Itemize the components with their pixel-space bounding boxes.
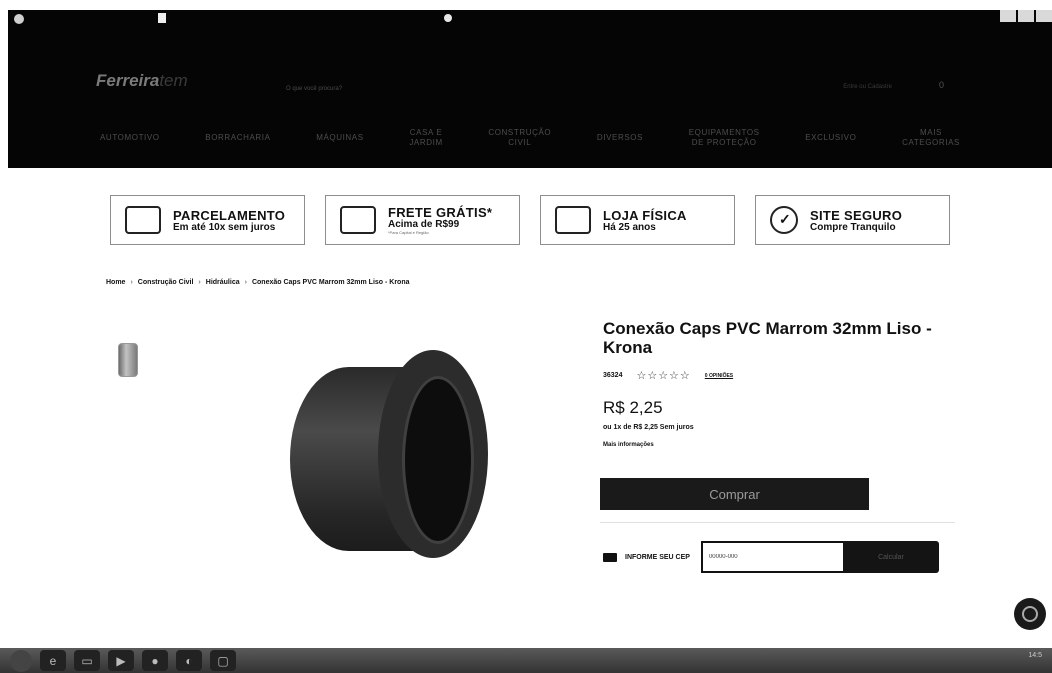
taskbar: e ▭ ▶ ● ◐ ▢ 14:5 [0, 648, 1052, 673]
product-price: R$ 2,25 [603, 398, 663, 417]
benefit-subtitle: Em até 10x sem juros [173, 221, 276, 233]
category-label: AUTOMOTIVO [100, 133, 160, 142]
sku-line: 36324 ☆☆☆☆☆ 0 OPINIÕES [603, 369, 733, 382]
search-input[interactable]: O que você procura? [286, 86, 342, 92]
benefit-text: FRETE GRÁTIS* Acima de R$99 *Para Capital … [388, 205, 492, 235]
start-button[interactable] [10, 649, 32, 672]
category-label: CASA E [409, 128, 443, 137]
logo-prefix: Ferreira [96, 71, 160, 90]
benefit-subtitle: Compre Tranquilo [810, 221, 896, 233]
breadcrumb-separator-icon: › [130, 279, 133, 286]
product-image [290, 350, 506, 560]
folder-icon[interactable]: ▭ [74, 650, 100, 671]
category-nav: AUTOMOTIVO BORRACHARIA MÁQUINAS CASA E JARDI… [100, 128, 960, 148]
category-item[interactable]: CASA E JARDIM [409, 128, 442, 148]
tab-icon[interactable] [158, 13, 166, 23]
category-item[interactable]: CONSTRUÇÃO CIVIL [488, 128, 551, 148]
category-item[interactable]: EXCLUSIVO [805, 133, 856, 143]
more-info-link[interactable]: Mais informações [603, 442, 654, 448]
cep-label: INFORME SEU CEP [625, 553, 690, 561]
credit-card-icon [125, 206, 161, 234]
benefit-title: FRETE GRÁTIS* [388, 205, 493, 220]
chrome-icon[interactable]: ● [142, 650, 168, 671]
breadcrumb-item[interactable]: Home [106, 279, 125, 286]
installments-text: ou 1x de R$ 2,25 Sem juros [603, 424, 694, 431]
category-label: EQUIPAMENTOS [688, 128, 760, 137]
category-label: BORRACHARIA [205, 133, 271, 142]
benefit-card: PARCELAMENTO Em até 10x sem juros [110, 195, 305, 245]
logo-suffix: tem [159, 71, 188, 90]
account-link[interactable]: Entre ou Cadastre [843, 84, 892, 90]
site-logo[interactable]: Ferreiratem [96, 71, 188, 91]
breadcrumb-item[interactable]: Hidráulica [206, 279, 240, 286]
calculate-button[interactable]: Calcular [842, 541, 939, 573]
category-item[interactable]: MÁQUINAS [316, 133, 363, 143]
star-rating-icon[interactable]: ☆☆☆☆☆ [636, 369, 690, 382]
product-sku: 36324 [603, 372, 623, 379]
product-title: Conexão Caps PVC Marrom 32mm Liso - Kron… [603, 319, 932, 357]
cart-count[interactable]: 0 [939, 80, 944, 90]
category-label: EXCLUSIVO [805, 133, 857, 142]
window-controls [1000, 10, 1052, 22]
benefit-title: SITE SEGURO [810, 207, 903, 223]
benefit-text: PARCELAMENTO Em até 10x sem juros [173, 208, 285, 233]
buy-button[interactable]: Comprar [600, 478, 869, 510]
benefits-row: PARCELAMENTO Em até 10x sem juros FRETE GR… [110, 195, 950, 245]
product-thumbnail[interactable] [118, 343, 138, 377]
minimize-button[interactable] [1000, 10, 1016, 22]
breadcrumb-item: Conexão Caps PVC Marrom 32mm Liso - Kron… [251, 279, 410, 286]
maximize-button[interactable] [1018, 10, 1034, 22]
whatsapp-icon[interactable] [1014, 598, 1046, 630]
divider [600, 522, 955, 523]
benefit-card: LOJA FÍSICA Há 25 anos [540, 195, 735, 245]
category-label: DE PROTEÇÃO [691, 138, 757, 147]
benefit-card: SITE SEGUROCompre Tranquilo [755, 195, 950, 245]
category-label: JARDIM [409, 138, 443, 147]
cep-input[interactable] [700, 541, 843, 573]
benefit-note: *Para Capital e Região [388, 230, 429, 235]
system-tray: 14:5 [1028, 652, 1042, 660]
benefit-title: LOJA FÍSICA [603, 207, 687, 223]
browser-chrome [8, 10, 1052, 32]
category-label: MAIS [920, 128, 942, 137]
shipping-calculator: INFORME SEU CEP Calcular [603, 541, 939, 573]
reviews-link[interactable]: 0 OPINIÕES [705, 373, 733, 379]
category-label: CONSTRUÇÃO [488, 128, 552, 137]
app-icon[interactable]: ◐ [176, 650, 202, 671]
truck-icon [340, 206, 376, 234]
benefit-text: LOJA FÍSICA Há 25 anos [603, 208, 687, 233]
benefit-subtitle: Acima de R$99 [388, 219, 460, 230]
clock[interactable]: 14:5 [1028, 652, 1042, 659]
truck-icon [603, 552, 617, 562]
benefit-subtitle: Há 25 anos [603, 221, 656, 233]
category-label: MÁQUINAS [316, 133, 364, 142]
category-label: CIVIL [508, 138, 532, 147]
category-item[interactable]: DIVERSOS [597, 133, 643, 143]
ie-icon[interactable]: e [40, 650, 66, 671]
category-item[interactable]: AUTOMOTIVO [100, 133, 160, 143]
category-label: DIVERSOS [596, 133, 644, 142]
breadcrumb: Home › Construção Civil › Hidráulica › Conexão… [106, 279, 410, 286]
check-circle-icon [770, 206, 798, 234]
benefit-card: FRETE GRÁTIS* Acima de R$99 *Para Capital … [325, 195, 520, 245]
breadcrumb-item[interactable]: Construção Civil [138, 279, 194, 286]
media-icon[interactable]: ▶ [108, 650, 134, 671]
category-item[interactable]: BORRACHARIA [205, 133, 270, 143]
category-item[interactable]: MAIS CATEGORIAS [902, 128, 960, 148]
window-icon[interactable]: ▢ [210, 650, 236, 671]
close-button[interactable] [1036, 10, 1052, 22]
store-icon [555, 206, 591, 234]
globe-icon [14, 14, 24, 24]
benefit-text: SITE SEGURO Compre Tranquilo [810, 208, 902, 233]
category-label: CATEGORIAS [902, 138, 960, 147]
breadcrumb-separator-icon: › [198, 279, 201, 286]
benefit-title: PARCELAMENTO [173, 207, 286, 223]
breadcrumb-separator-icon: › [244, 279, 247, 286]
loading-icon [444, 14, 452, 22]
category-item[interactable]: EQUIPAMENTOS DE PROTEÇÃO [689, 128, 760, 148]
cap-opening [402, 376, 474, 544]
